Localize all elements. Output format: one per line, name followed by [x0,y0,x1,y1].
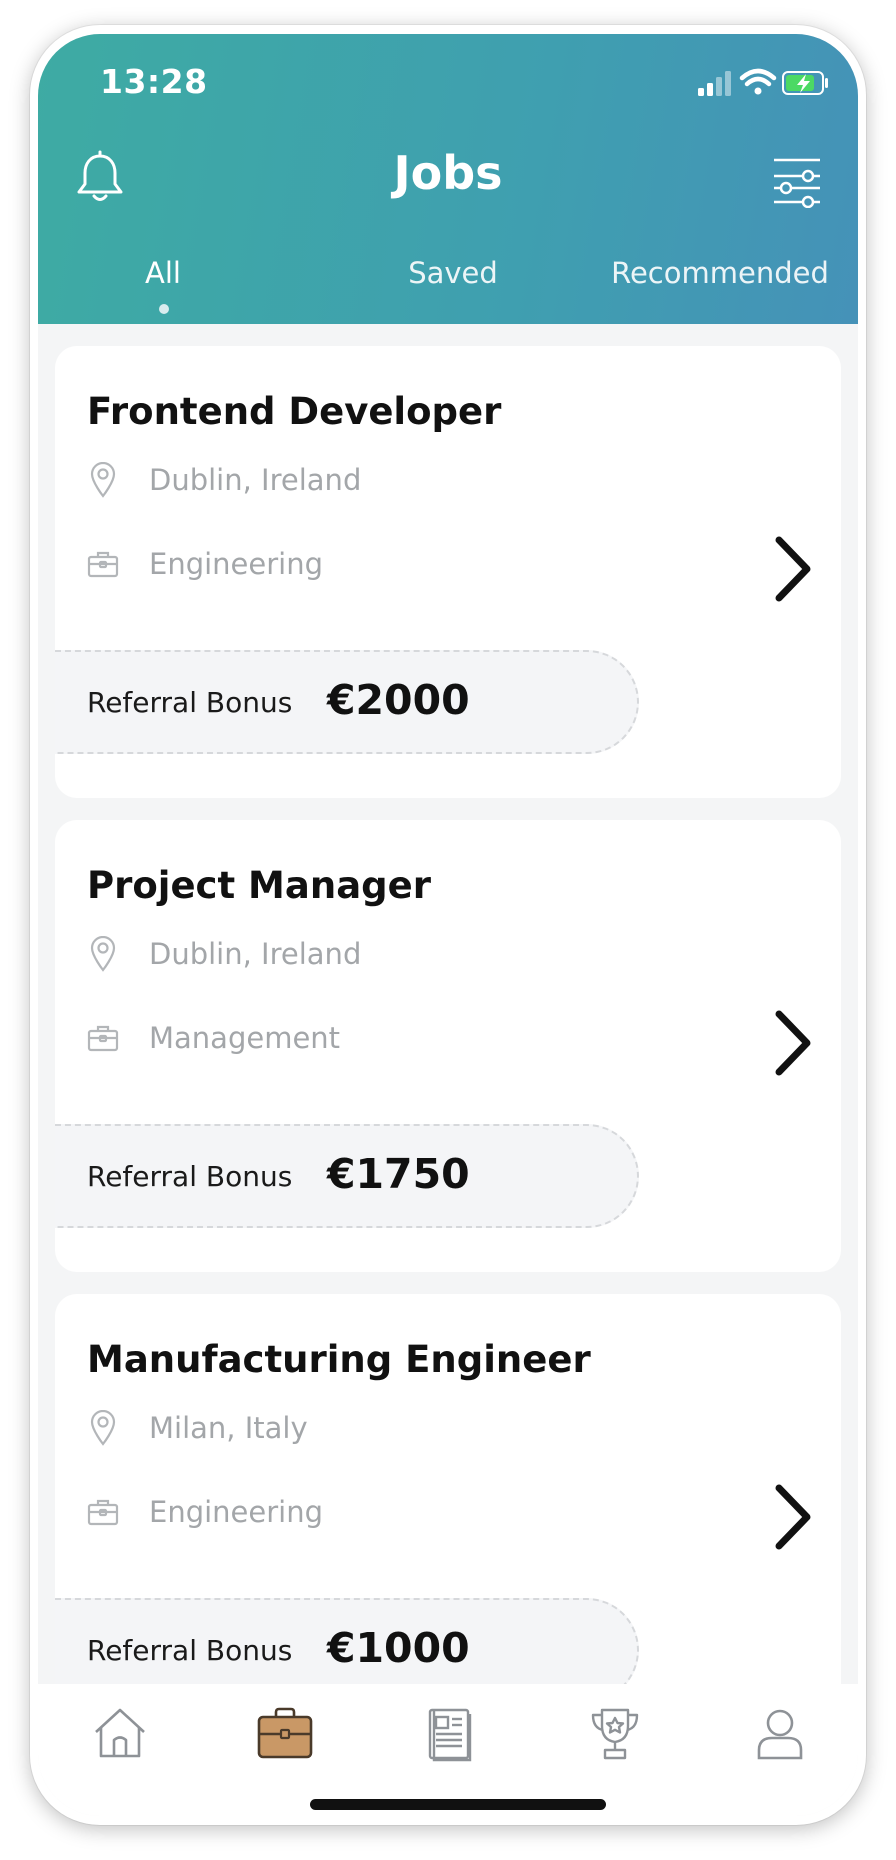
job-card[interactable]: Manufacturing Engineer Milan, Italy Engi… [55,1294,841,1684]
sliders-icon [774,158,820,209]
tab-all[interactable]: All [118,256,208,290]
referral-bonus: Referral Bonus €2000 [55,650,639,754]
status-icons [698,64,828,104]
battery-icon [782,71,828,95]
chevron-right-icon[interactable] [773,1484,813,1554]
signal-icon [698,71,731,96]
job-title: Project Manager [87,864,431,907]
job-department: Management [87,1018,340,1058]
tab-jobs[interactable] [255,1704,315,1764]
department-text: Management [149,1021,341,1055]
job-title: Frontend Developer [87,390,502,433]
job-list[interactable]: Frontend Developer Dublin, Ireland Engin… [38,324,858,1684]
wifi-icon [739,68,777,95]
briefcase-outline-icon [87,1020,119,1056]
location-text: Milan, Italy [149,1411,308,1445]
app-screen: 13:28 Jobs All Saved Recommended Fronten… [38,34,858,1816]
job-location: Milan, Italy [87,1408,308,1448]
tab-profile[interactable] [750,1704,810,1764]
home-indicator [310,1799,606,1810]
tab-recommended[interactable]: Recommended [610,256,830,290]
bonus-amount: €2000 [327,676,470,724]
job-department: Engineering [87,1492,323,1532]
location-pin-icon [87,1410,119,1446]
bonus-label: Referral Bonus [87,686,293,719]
chevron-right-icon[interactable] [773,536,813,606]
tab-news[interactable] [420,1704,480,1764]
bonus-amount: €1750 [327,1150,470,1198]
page-title: Jobs [393,146,503,200]
referral-bonus: Referral Bonus €1000 [55,1598,639,1684]
active-tab-indicator [159,304,169,314]
job-location: Dublin, Ireland [87,934,361,974]
bottom-tab-bar [38,1684,858,1816]
department-text: Engineering [149,1495,323,1529]
job-location: Dublin, Ireland [87,460,361,500]
tab-rewards[interactable] [585,1704,645,1764]
job-title: Manufacturing Engineer [87,1338,591,1381]
job-card[interactable]: Frontend Developer Dublin, Ireland Engin… [55,346,841,798]
status-time: 13:28 [100,62,208,101]
bonus-label: Referral Bonus [87,1634,293,1667]
tab-saved[interactable]: Saved [393,256,513,290]
newspaper-icon [428,1708,472,1762]
job-card[interactable]: Project Manager Dublin, Ireland Manageme… [55,820,841,1272]
location-text: Dublin, Ireland [149,937,362,971]
bonus-label: Referral Bonus [87,1160,293,1193]
phone-frame: 13:28 Jobs All Saved Recommended Fronten… [30,25,866,1825]
filter-button[interactable] [772,154,822,212]
home-icon [95,1708,145,1758]
chevron-right-icon[interactable] [773,1010,813,1080]
referral-bonus: Referral Bonus €1750 [55,1124,639,1228]
briefcase-outline-icon [87,546,119,582]
bonus-amount: €1000 [327,1624,470,1672]
briefcase-outline-icon [87,1494,119,1530]
briefcase-icon [257,1707,313,1759]
job-department: Engineering [87,544,323,584]
header: 13:28 Jobs All Saved Recommended [38,34,858,324]
trophy-icon [591,1708,639,1760]
location-pin-icon [87,462,119,498]
tab-home[interactable] [90,1704,150,1764]
profile-icon [757,1709,803,1760]
location-text: Dublin, Ireland [149,463,362,497]
department-text: Engineering [149,547,323,581]
location-pin-icon [87,936,119,972]
